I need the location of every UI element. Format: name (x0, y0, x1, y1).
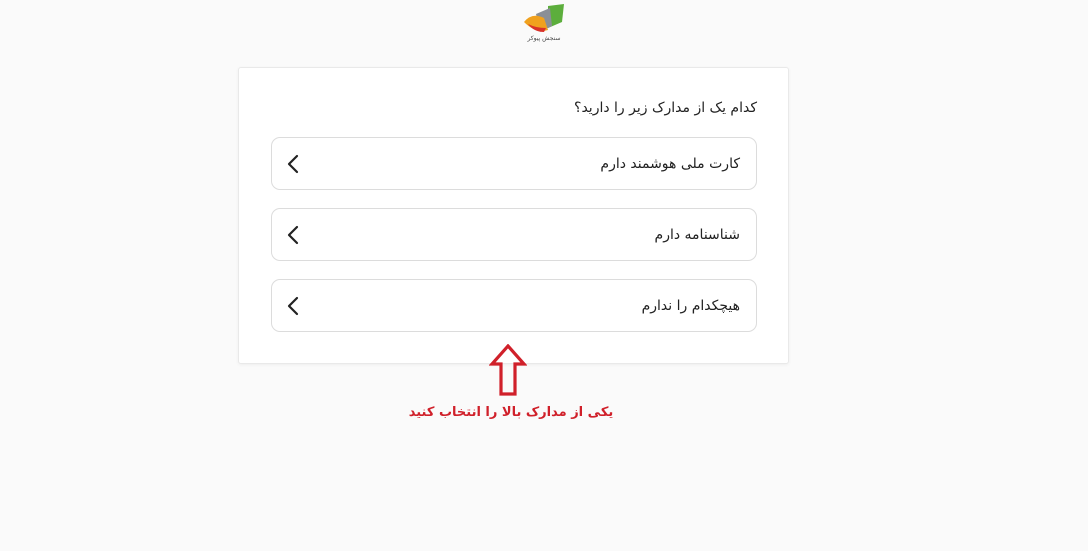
question-title: کدام یک از مدارک زیر را دارید؟ (574, 100, 757, 116)
option-label: کارت ملی هوشمند دارم (600, 155, 740, 172)
option-smart-national-card[interactable]: کارت ملی هوشمند دارم (271, 137, 757, 190)
chevron-left-icon (286, 154, 300, 174)
logo: سنجش پیوکر (518, 2, 570, 46)
logo-icon (524, 4, 564, 32)
logo-caption: سنجش پیوکر (527, 35, 561, 42)
chevron-left-icon (286, 225, 300, 245)
option-birth-certificate[interactable]: شناسنامه دارم (271, 208, 757, 261)
option-label: شناسنامه دارم (654, 226, 740, 243)
document-selection-card: کدام یک از مدارک زیر را دارید؟ کارت ملی … (238, 67, 789, 364)
chevron-left-icon (286, 296, 300, 316)
option-none[interactable]: هیچکدام را ندارم (271, 279, 757, 332)
instruction-text: یکی از مدارک بالا را انتخاب کنید (408, 405, 614, 420)
option-label: هیچکدام را ندارم (641, 297, 740, 314)
page: سنجش پیوکر کدام یک از مدارک زیر را دارید… (0, 0, 1088, 551)
up-arrow-icon (489, 344, 527, 396)
